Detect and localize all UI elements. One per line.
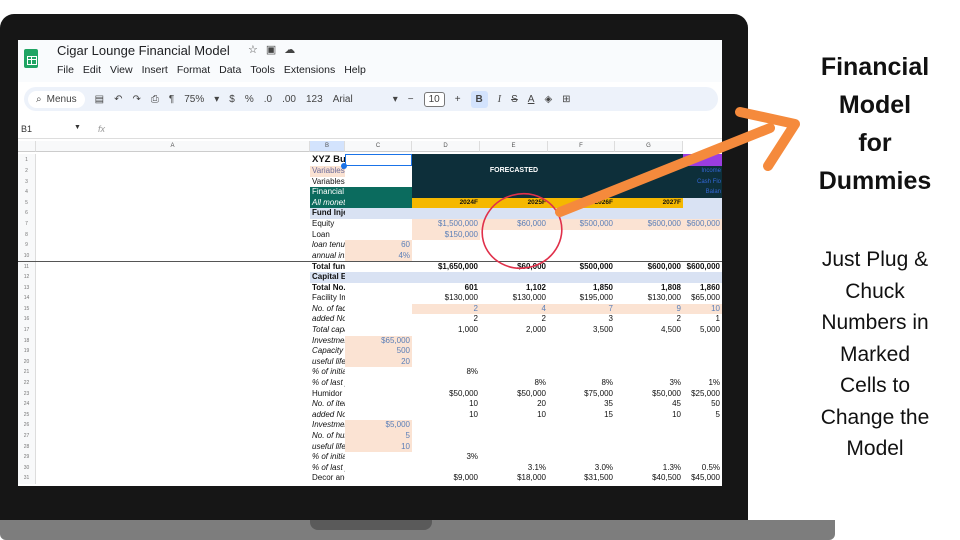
arrow-shaft (555, 123, 775, 217)
annotation-overlay (481, 107, 800, 270)
highlight-circle (481, 192, 563, 270)
